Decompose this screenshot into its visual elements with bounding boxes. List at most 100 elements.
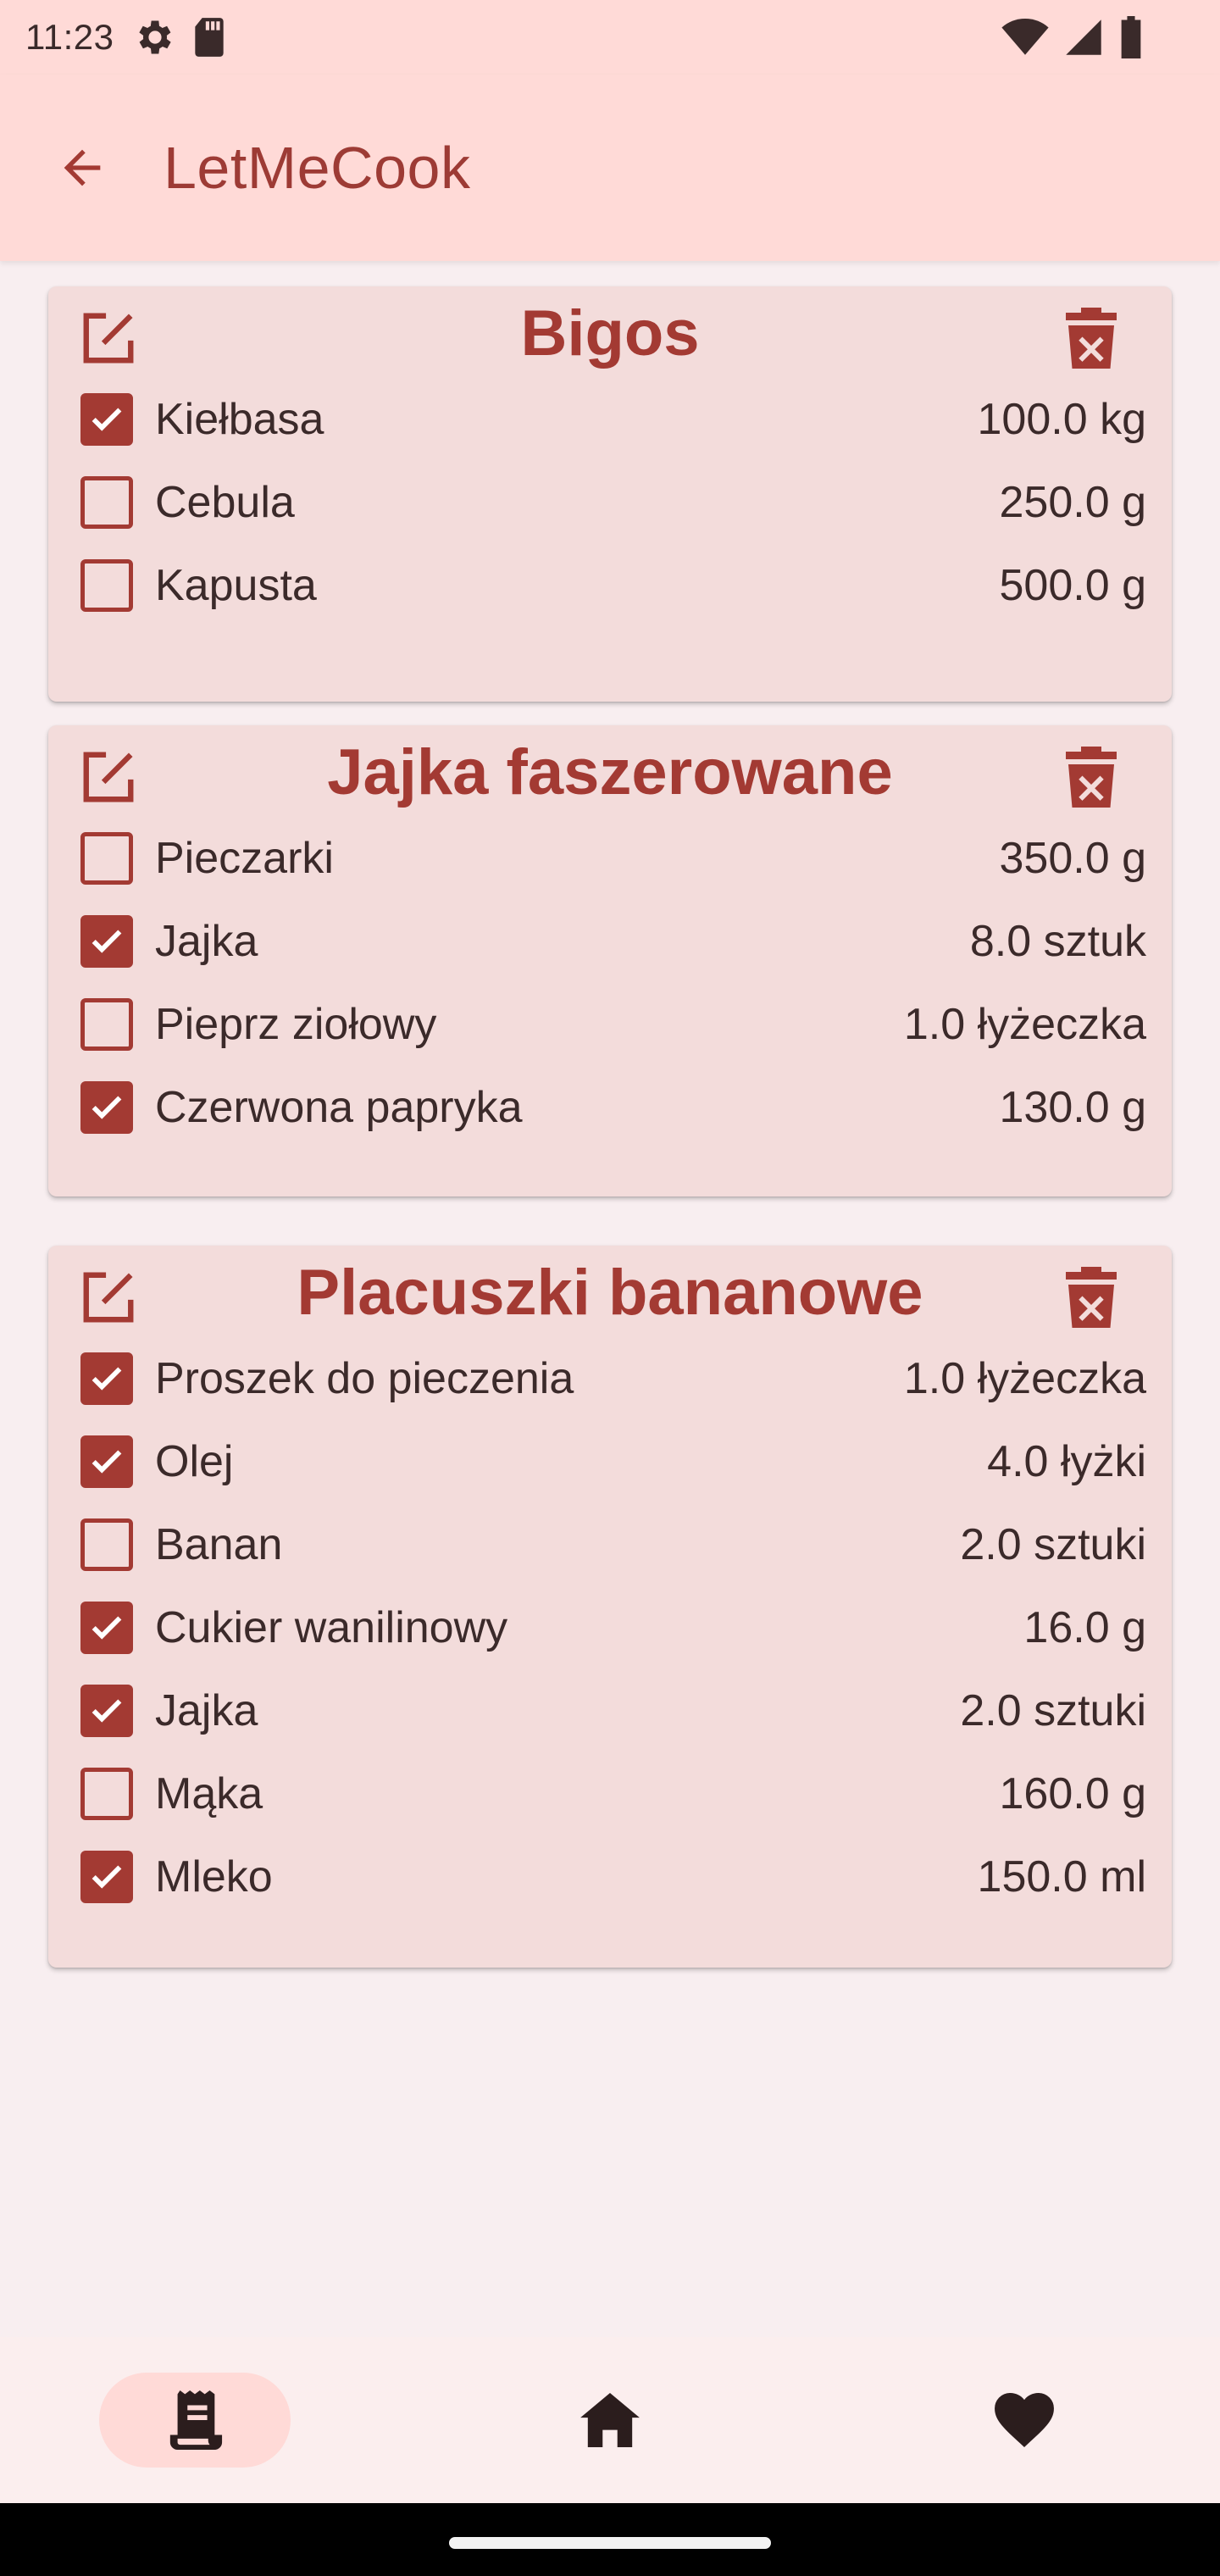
ingredient-checkbox[interactable] (80, 1851, 133, 1903)
ingredient-name: Mleko (155, 1852, 273, 1901)
back-button[interactable] (31, 117, 133, 219)
recipe-title: Placuszki bananowe (297, 1257, 923, 1329)
check-icon (92, 1699, 122, 1723)
heart-icon (995, 2393, 1054, 2447)
check-icon (92, 930, 122, 953)
ingredient-checkbox[interactable] (80, 998, 133, 1051)
ingredient-row[interactable]: Cebula 250.0 g (48, 461, 1172, 544)
ingredient-name: Pieczarki (155, 834, 334, 883)
ingredient-quantity: 1.0 łyżeczka (903, 1000, 1146, 1049)
nav-home[interactable] (514, 2373, 706, 2468)
ingredient-checkbox[interactable] (80, 1518, 133, 1571)
check-icon (92, 1616, 122, 1640)
ingredient-row[interactable]: Pieprz ziołowy 1.0 łyżeczka (48, 983, 1172, 1066)
status-system-icons (1001, 16, 1144, 58)
nav-favorites[interactable] (929, 2373, 1120, 2468)
status-time: 11:23 (25, 17, 114, 57)
app-root: 11:23 LetMeCook Bigos Kiełbasa 100.0 kg … (0, 0, 1220, 2576)
recipe-ingredient-list[interactable]: Bigos Kiełbasa 100.0 kg Cebula 250.0 g K… (0, 261, 1220, 2337)
ingredient-row[interactable]: Mleko 150.0 ml (48, 1835, 1172, 1918)
check-icon (92, 1367, 122, 1391)
ingredient-row[interactable]: Banan 2.0 sztuki (48, 1503, 1172, 1586)
recipe-card-header: Bigos (48, 286, 1172, 378)
ingredient-quantity: 250.0 g (999, 478, 1147, 527)
ingredient-name: Czerwona papryka (155, 1083, 523, 1132)
ingredient-quantity: 4.0 łyżki (987, 1437, 1146, 1486)
ingredient-name: Kapusta (155, 561, 317, 610)
ingredient-quantity: 2.0 sztuki (960, 1520, 1146, 1569)
ingredient-checkbox[interactable] (80, 1352, 133, 1405)
ingredient-quantity: 2.0 sztuki (960, 1686, 1146, 1735)
ingredient-row[interactable]: Mąka 160.0 g (48, 1752, 1172, 1835)
bottom-navigation-bar (0, 2337, 1220, 2503)
ingredient-name: Banan (155, 1520, 283, 1569)
ingredient-name: Cukier wanilinowy (155, 1603, 508, 1652)
delete-recipe-button[interactable] (1053, 739, 1129, 815)
recipe-card: Jajka faszerowane Pieczarki 350.0 g Jajk… (48, 725, 1172, 1196)
delete-icon (1066, 1267, 1117, 1328)
ingredient-row[interactable]: Kapusta 500.0 g (48, 544, 1172, 627)
ingredient-row[interactable]: Olej 4.0 łyżki (48, 1420, 1172, 1503)
ingredient-row[interactable]: Jajka 8.0 sztuk (48, 900, 1172, 983)
ingredient-quantity: 500.0 g (999, 561, 1147, 610)
ingredient-quantity: 8.0 sztuk (969, 917, 1146, 966)
ingredient-checkbox[interactable] (80, 1435, 133, 1488)
recipe-card-header: Jajka faszerowane (48, 725, 1172, 817)
recipe-card: Placuszki bananowe Proszek do pieczenia … (48, 1246, 1172, 1968)
ingredient-checkbox[interactable] (80, 832, 133, 885)
status-notification-icons (133, 15, 228, 59)
wifi-icon (1001, 18, 1049, 55)
ingredient-checkbox[interactable] (80, 1768, 133, 1820)
ingredient-name: Cebula (155, 478, 295, 527)
check-icon (92, 1450, 122, 1474)
settings-gear-icon (138, 20, 171, 54)
ingredient-quantity: 350.0 g (999, 834, 1147, 883)
ingredient-quantity: 1.0 łyżeczka (903, 1354, 1146, 1403)
ingredient-name: Jajka (155, 1686, 258, 1735)
ingredient-quantity: 100.0 kg (977, 395, 1147, 444)
ingredient-row[interactable]: Proszek do pieczenia 1.0 łyżeczka (48, 1337, 1172, 1420)
delete-icon (1066, 308, 1117, 369)
arrow-back-icon (64, 149, 101, 186)
ingredient-row[interactable]: Jajka 2.0 sztuki (48, 1669, 1172, 1752)
ingredient-checkbox[interactable] (80, 559, 133, 612)
system-gesture-bar (0, 2503, 1220, 2576)
gesture-handle[interactable] (449, 2537, 771, 2549)
recipe-card: Bigos Kiełbasa 100.0 kg Cebula 250.0 g K… (48, 286, 1172, 702)
recipe-title: Bigos (520, 297, 700, 369)
ingredient-checkbox[interactable] (80, 1081, 133, 1134)
ingredient-row[interactable]: Pieczarki 350.0 g (48, 817, 1172, 900)
receipt-icon (169, 2390, 223, 2450)
ingredient-row[interactable]: Cukier wanilinowy 16.0 g (48, 1586, 1172, 1669)
ingredient-name: Olej (155, 1437, 234, 1486)
top-app-bar: LetMeCook (0, 75, 1220, 261)
check-icon (92, 408, 122, 431)
battery-icon (1121, 16, 1141, 58)
recipe-title: Jajka faszerowane (327, 736, 893, 808)
ingredient-checkbox[interactable] (80, 915, 133, 968)
ingredient-checkbox[interactable] (80, 476, 133, 529)
check-icon (92, 1865, 122, 1889)
nav-shopping-list[interactable] (99, 2373, 291, 2468)
ingredient-quantity: 16.0 g (1023, 1603, 1146, 1652)
sd-card-icon (194, 18, 224, 57)
ingredient-checkbox[interactable] (80, 1685, 133, 1737)
ingredient-quantity: 130.0 g (999, 1083, 1147, 1132)
delete-recipe-button[interactable] (1053, 1259, 1129, 1335)
app-title: LetMeCook (164, 135, 471, 201)
ingredient-name: Kiełbasa (155, 395, 324, 444)
ingredient-name: Proszek do pieczenia (155, 1354, 574, 1403)
check-icon (92, 1096, 122, 1119)
delete-recipe-button[interactable] (1053, 300, 1129, 376)
recipe-card-header: Placuszki bananowe (48, 1246, 1172, 1337)
status-bar: 11:23 (0, 0, 1220, 75)
ingredient-row[interactable]: Kiełbasa 100.0 kg (48, 378, 1172, 461)
ingredient-row[interactable]: Czerwona papryka 130.0 g (48, 1066, 1172, 1149)
cellular-signal-icon (1066, 19, 1101, 55)
ingredient-name: Jajka (155, 917, 258, 966)
ingredient-name: Pieprz ziołowy (155, 1000, 437, 1049)
home-icon (580, 2393, 640, 2447)
ingredient-checkbox[interactable] (80, 393, 133, 446)
ingredient-quantity: 160.0 g (999, 1769, 1147, 1818)
ingredient-checkbox[interactable] (80, 1602, 133, 1654)
